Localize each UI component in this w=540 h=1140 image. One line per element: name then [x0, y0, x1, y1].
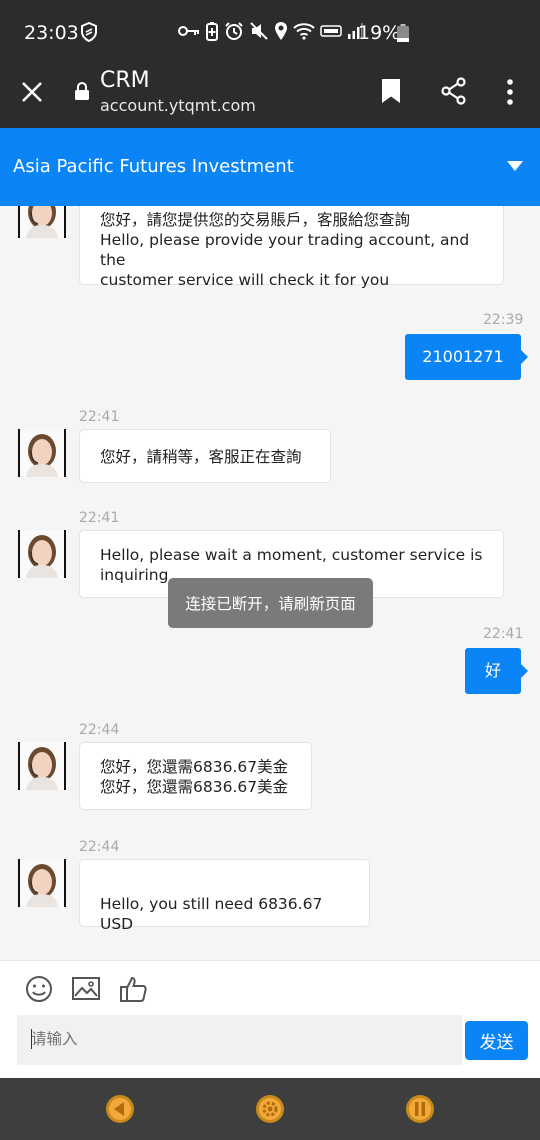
volte-icon — [320, 25, 342, 37]
battery-percent: 19% — [358, 22, 401, 44]
status-icons — [178, 21, 363, 41]
message-bubble-outgoing: 21001271 — [405, 334, 528, 380]
mute-icon — [250, 22, 268, 40]
message-timestamp: 22:44 — [79, 839, 120, 855]
alarm-icon — [225, 22, 243, 40]
message-text: 您好，您還需6836.67美金 — [100, 778, 289, 796]
bookmark-icon[interactable] — [380, 78, 402, 104]
message-bubble: 您好，您還需6836.67美金 您好，您還需6836.67美金 — [79, 742, 312, 810]
more-options-icon[interactable] — [505, 78, 515, 106]
thumbs-up-icon[interactable] — [119, 974, 149, 1004]
send-button-label: 发送 — [479, 1033, 514, 1053]
status-bar: 23:03 19% — [0, 0, 540, 62]
agent-avatar — [18, 742, 66, 790]
message-timestamp: 22:41 — [79, 510, 120, 526]
lock-icon — [75, 81, 89, 100]
share-icon[interactable] — [440, 77, 468, 105]
toast-text: 连接已断开，请刷新页面 — [185, 595, 356, 613]
page-url[interactable]: account.ytqmt.com — [100, 96, 256, 115]
company-name: Asia Pacific Futures Investment — [13, 156, 294, 177]
agent-avatar — [18, 530, 66, 578]
message-timestamp: 22:39 — [483, 312, 524, 328]
page-title: CRM — [100, 68, 150, 93]
message-text: Hello, please provide your trading accou… — [100, 231, 470, 269]
message-text: 21001271 — [422, 347, 504, 366]
back-icon[interactable] — [105, 1094, 135, 1124]
toast-notification: 连接已断开，请刷新页面 — [168, 578, 373, 628]
chevron-down-icon[interactable] — [506, 160, 524, 172]
message-text: 您好，請您提供您的交易賬戶，客服給您查詢 — [100, 211, 411, 229]
message-text: Hello, please wait a moment, customer se… — [100, 546, 483, 564]
agent-avatar-image — [20, 859, 64, 907]
image-icon[interactable] — [71, 974, 101, 1004]
composer: 发送 — [0, 960, 540, 1078]
company-header[interactable]: Asia Pacific Futures Investment — [0, 128, 540, 206]
bottom-nav-bar — [0, 1078, 540, 1140]
emoji-icon[interactable] — [24, 974, 54, 1004]
agent-avatar-image — [20, 742, 64, 790]
message-bubble-outgoing: 好 — [465, 648, 528, 694]
send-button[interactable]: 发送 — [465, 1021, 528, 1060]
pause-icon[interactable] — [405, 1094, 435, 1124]
message-timestamp: 22:41 — [483, 626, 524, 642]
agent-avatar — [18, 429, 66, 477]
message-text: customer service will check it for you — [100, 271, 390, 289]
message-input[interactable] — [17, 1015, 462, 1065]
key-icon — [178, 26, 199, 36]
shield-icon — [81, 22, 97, 42]
battery-saver-icon — [206, 22, 218, 41]
text-cursor — [31, 1029, 32, 1049]
browser-toolbar: CRM account.ytqmt.com — [0, 62, 540, 128]
agent-avatar-image — [20, 429, 64, 477]
message-text: 您好，您還需6836.67美金 — [100, 758, 289, 776]
message-text: 好 — [484, 661, 501, 680]
agent-avatar — [18, 206, 66, 238]
agent-avatar — [18, 859, 66, 907]
message-bubble: 您好，請您提供您的交易賬戶，客服給您查詢 Hello, please provi… — [79, 206, 504, 289]
close-icon[interactable] — [20, 80, 44, 104]
agent-avatar-image — [20, 530, 64, 578]
settings-gear-icon[interactable] — [255, 1094, 285, 1124]
message-text: Hello, you still need 6836.67 USD — [100, 895, 323, 933]
wifi-icon — [293, 23, 315, 40]
status-time: 23:03 — [24, 22, 79, 44]
message-text: 您好，請稍等，客服正在查詢 — [100, 448, 302, 466]
message-bubble: Hello, you still need 6836.67 USD — [79, 859, 370, 933]
battery-icon — [397, 24, 409, 42]
location-icon — [275, 22, 287, 40]
message-timestamp: 22:41 — [79, 409, 120, 425]
agent-avatar-image — [20, 206, 64, 238]
message-timestamp: 22:44 — [79, 722, 120, 738]
message-bubble: 您好，請稍等，客服正在查詢 — [79, 429, 331, 483]
